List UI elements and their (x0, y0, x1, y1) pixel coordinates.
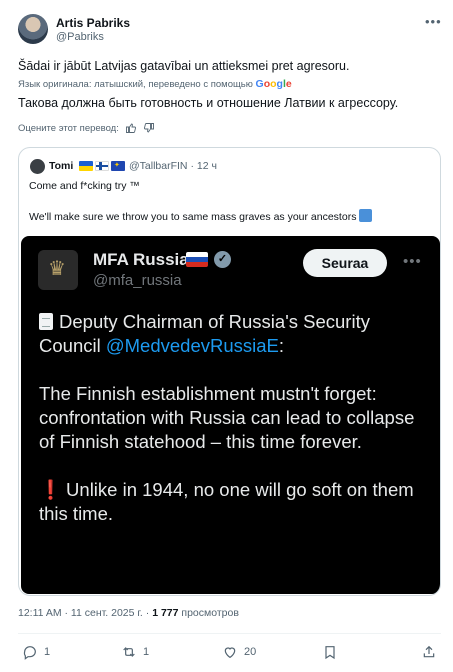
reply-icon (23, 646, 36, 660)
quote-handle[interactable]: @TallbarFIN (129, 160, 188, 172)
view-label: просмотров (178, 607, 239, 619)
post-timestamp: 12:11 AM · 11 сент. 2025 г. · 1 777 прос… (18, 607, 239, 619)
quote-avatar[interactable] (30, 159, 45, 174)
share-button[interactable] (421, 642, 437, 662)
mfa-handle: @mfa_russia (93, 272, 182, 289)
google-logo: Google (255, 78, 292, 90)
mfa-name: MFA Russia (93, 250, 189, 269)
quote-text-line2-text: We'll make sure we throw you to same mas… (29, 211, 357, 223)
like-icon (224, 647, 236, 659)
mfa-avatar (38, 250, 78, 290)
share-icon (423, 645, 435, 658)
reply-count: 1 (44, 646, 51, 658)
rate-translation-label: Оцените этот перевод: (18, 122, 119, 134)
translation-note-text: Язык оригинала: латышский, переведено с … (18, 79, 253, 90)
embed-paragraph-3: ❗ Unlike in 1944, no one will go soft on … (39, 478, 434, 526)
repost-button[interactable]: 1 (121, 642, 149, 662)
action-bar: 1 1 20 (0, 642, 453, 664)
author-avatar[interactable] (18, 14, 48, 44)
post-original-text: Šādai ir jābūt Latvijas gatavībai un att… (18, 59, 350, 73)
verified-badge-icon: ✓ (214, 251, 231, 268)
quote-separator: · (190, 160, 194, 172)
quote-text-line1: Come and f*cking try ™ (29, 180, 140, 192)
translation-note: Язык оригинала: латышский, переведено с … (18, 78, 292, 90)
divider (18, 633, 441, 634)
embed-more-icon: ••• (403, 253, 422, 270)
post-translated-text: Такова должна быть готовность и отношени… (18, 96, 399, 110)
follow-button: Seuraa (303, 249, 387, 277)
quote-meta: @TallbarFIN · 12 ч (129, 160, 217, 172)
russia-flag-icon (186, 252, 208, 267)
reply-button[interactable]: 1 (22, 642, 50, 662)
finland-flag-icon (95, 161, 109, 171)
more-icon[interactable]: ••• (425, 14, 442, 29)
embedded-screenshot[interactable]: MFA Russia ✓ @mfa_russia Seuraa ••• Depu… (21, 236, 440, 594)
quote-text-line2: We'll make sure we throw you to same mas… (29, 209, 373, 223)
thumbs-up-icon[interactable] (125, 122, 137, 134)
tweet: Artis Pabriks @Pabriks ••• Šādai ir jābū… (0, 0, 453, 672)
repost-icon (123, 647, 135, 657)
eu-flag-icon: ✦ (111, 161, 125, 171)
embed-paragraph-1: Deputy Chairman of Russia's Security Cou… (39, 310, 434, 358)
like-button[interactable]: 20 (222, 642, 256, 662)
quote-author-name[interactable]: Tomi (49, 160, 73, 172)
bookmark-icon (325, 646, 335, 660)
embed-para1-end: : (278, 335, 285, 356)
rate-translation: Оцените этот перевод: (18, 122, 155, 134)
thumbs-down-icon[interactable] (143, 122, 155, 134)
bookmark-button[interactable] (322, 642, 338, 662)
repost-count: 1 (143, 646, 150, 658)
exclamation-icon: ❗ (39, 479, 63, 500)
embed-body: Deputy Chairman of Russia's Security Cou… (39, 310, 434, 550)
view-count: 1 777 (152, 607, 179, 619)
embed-para3-text: Unlike in 1944, no one will go soft on t… (39, 479, 414, 524)
quote-time[interactable]: 12 ч (197, 160, 217, 172)
medvedev-mention-link: @MedvedevRussiaE (105, 335, 279, 356)
author-handle[interactable]: @Pabriks (56, 31, 104, 43)
post-time[interactable]: 12:11 AM · 11 сент. 2025 г. · (18, 607, 152, 619)
fist-emoji-icon (359, 209, 373, 222)
ukraine-flag-icon (79, 161, 93, 171)
embed-paragraph-2: The Finnish establishment mustn't forget… (39, 383, 415, 452)
like-count: 20 (244, 646, 257, 658)
quoted-tweet[interactable]: Tomi ✦ @TallbarFIN · 12 ч Come and f*cki… (18, 147, 441, 596)
author-name[interactable]: Artis Pabriks (56, 16, 130, 30)
document-icon (39, 313, 53, 330)
